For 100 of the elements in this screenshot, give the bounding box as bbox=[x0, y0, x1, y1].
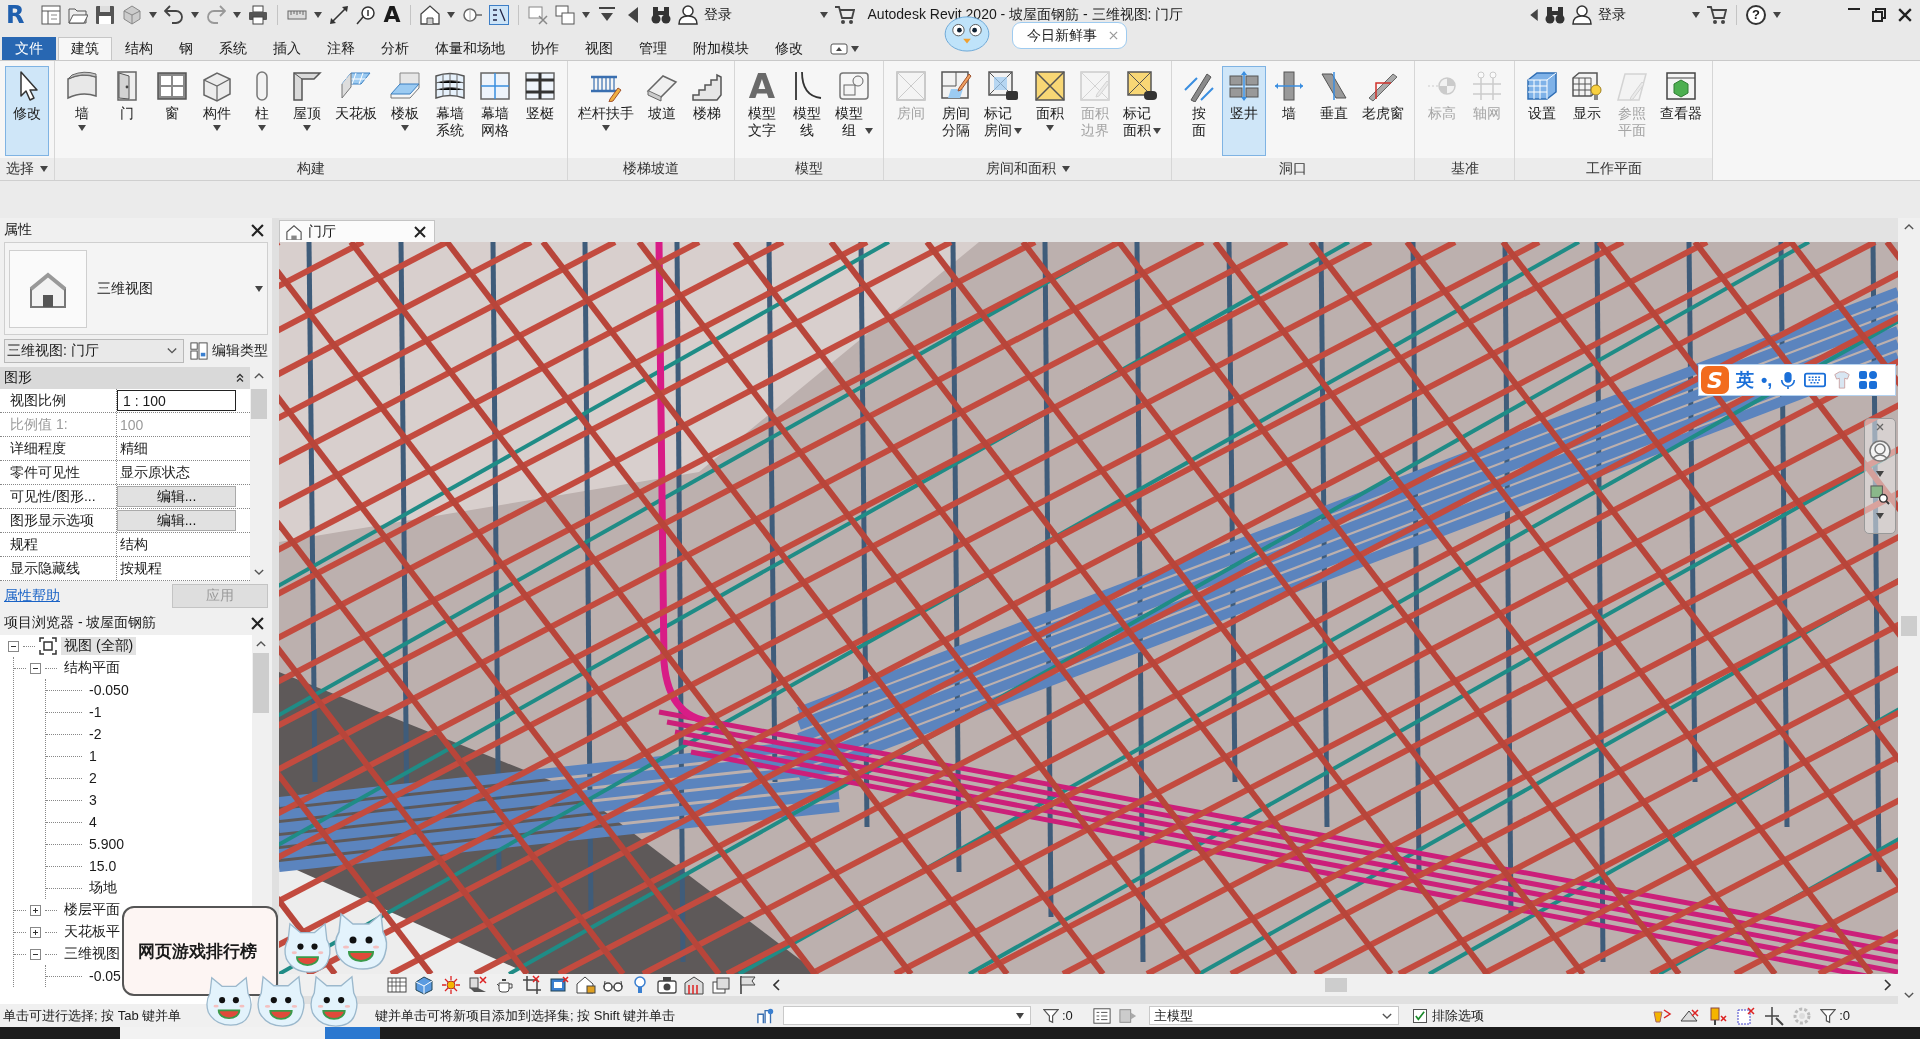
sign-in-menu[interactable]: 登录 bbox=[677, 4, 828, 25]
pin-select-icon[interactable] bbox=[1708, 1005, 1729, 1026]
house-icon[interactable] bbox=[419, 4, 440, 25]
tree-item[interactable]: -1 bbox=[86, 704, 105, 720]
tree-item[interactable]: -0.050 bbox=[86, 682, 132, 698]
dropdown-caret-icon[interactable] bbox=[1876, 471, 1884, 477]
dropdown-caret-icon[interactable] bbox=[1016, 1012, 1024, 1019]
edit-button[interactable]: 编辑... bbox=[117, 486, 236, 507]
ribbon-button[interactable]: 标记房间 bbox=[979, 66, 1027, 156]
scroll-right-icon[interactable] bbox=[1884, 979, 1892, 991]
news-title[interactable]: 今日新鲜事 bbox=[1027, 26, 1097, 45]
zoom-icon[interactable] bbox=[1870, 485, 1890, 505]
cart-icon[interactable] bbox=[834, 4, 855, 25]
close-windows-icon[interactable] bbox=[527, 4, 548, 25]
scroll-thumb[interactable] bbox=[1901, 616, 1917, 636]
dropdown-caret-icon[interactable] bbox=[1061, 166, 1070, 172]
ribbon-button[interactable]: A 模型文字 bbox=[740, 66, 784, 156]
close-icon[interactable] bbox=[414, 225, 426, 238]
ribbon-tab[interactable]: 建筑 bbox=[58, 37, 112, 60]
plus-box-icon[interactable] bbox=[30, 926, 41, 938]
filter-icon[interactable] bbox=[1820, 1007, 1837, 1024]
collapse-left-icon[interactable] bbox=[1530, 8, 1538, 21]
ribbon-button[interactable]: 坡道 bbox=[640, 66, 684, 156]
ribbon-tab[interactable]: 视图 bbox=[572, 37, 626, 60]
ribbon-button[interactable]: 面积 bbox=[1028, 66, 1072, 156]
ad-title[interactable]: 网页游戏排行榜 bbox=[138, 939, 257, 963]
minimize-icon[interactable] bbox=[1848, 7, 1860, 10]
view-selector[interactable]: 三维视图: 门厅 bbox=[4, 339, 184, 363]
ribbon-button[interactable]: 屋顶 bbox=[285, 66, 329, 156]
dropdown-caret-icon[interactable] bbox=[233, 11, 242, 18]
scroll-thumb[interactable] bbox=[251, 389, 267, 419]
ribbon-tab[interactable]: 附加模块 bbox=[680, 37, 762, 60]
scroll-left-icon[interactable] bbox=[773, 979, 781, 991]
scroll-down-icon[interactable] bbox=[254, 568, 264, 576]
tree-item[interactable]: 楼层平面 bbox=[61, 901, 123, 919]
dropdown-caret-icon[interactable] bbox=[149, 11, 158, 18]
dropdown-caret-icon[interactable] bbox=[1692, 11, 1700, 18]
dropdown-caret-icon[interactable] bbox=[40, 166, 48, 172]
thin-lines-icon[interactable] bbox=[488, 4, 509, 25]
save-icon[interactable] bbox=[95, 4, 116, 25]
layers-icon[interactable] bbox=[711, 975, 731, 995]
ribbon-button[interactable]: 模型组 bbox=[830, 66, 878, 156]
ribbon-tab[interactable]: 体量和场地 bbox=[422, 37, 518, 60]
ribbon-button[interactable]: 天花板 bbox=[330, 66, 382, 156]
vertical-scrollbar[interactable] bbox=[1898, 218, 1920, 1004]
sign-in-menu[interactable]: 登录 bbox=[1572, 4, 1700, 25]
printer-icon[interactable] bbox=[248, 4, 269, 25]
ribbon-button[interactable]: 幕墙网格 bbox=[473, 66, 517, 156]
minimize-ribbon-icon[interactable] bbox=[830, 42, 848, 55]
scroll-up-icon[interactable] bbox=[1904, 223, 1914, 231]
ribbon-tab[interactable]: 修改 bbox=[762, 37, 816, 60]
dropdown-caret-icon[interactable] bbox=[446, 11, 455, 18]
dimension-arrow-icon[interactable] bbox=[329, 4, 350, 25]
cart-icon[interactable] bbox=[1707, 4, 1727, 25]
ribbon-button[interactable]: 幕墙系统 bbox=[428, 66, 472, 156]
ribbon-button[interactable]: 房间分隔 bbox=[934, 66, 978, 156]
checkbox[interactable] bbox=[1412, 1008, 1427, 1023]
tree-item[interactable]: 2 bbox=[86, 770, 100, 786]
input-mode-toggle[interactable]: 英 bbox=[1736, 368, 1754, 392]
ribbon-tab[interactable]: 结构 bbox=[112, 37, 166, 60]
tree-item[interactable]: 视图 (全部) bbox=[61, 637, 137, 655]
ribbon-button[interactable]: 老虎窗 bbox=[1357, 66, 1409, 156]
binoculars-icon[interactable] bbox=[650, 4, 671, 25]
ribbon-button[interactable]: 楼板 bbox=[383, 66, 427, 156]
scroll-thumb[interactable] bbox=[253, 653, 269, 713]
workset-icon[interactable] bbox=[757, 1006, 775, 1025]
ribbon-button[interactable]: 竖梃 bbox=[518, 66, 562, 156]
ribbon-tab[interactable]: 系统 bbox=[206, 37, 260, 60]
ribbon-button[interactable]: 垂直 bbox=[1312, 66, 1356, 156]
building-icon[interactable] bbox=[684, 975, 704, 995]
plus-box-icon[interactable] bbox=[30, 904, 41, 916]
cube-icon[interactable] bbox=[122, 4, 143, 25]
scroll-up-icon[interactable] bbox=[256, 640, 266, 648]
ribbon-button[interactable]: 窗 bbox=[150, 66, 194, 156]
undo-icon[interactable] bbox=[164, 4, 185, 25]
cube-icon[interactable] bbox=[414, 975, 434, 995]
window-list-icon[interactable] bbox=[41, 4, 62, 25]
view-tab[interactable]: 门厅 bbox=[279, 220, 435, 242]
text-tool-icon[interactable]: A bbox=[383, 3, 401, 26]
collapse-icon[interactable] bbox=[236, 373, 244, 383]
keyboard-icon[interactable] bbox=[1804, 371, 1827, 389]
house-lock-icon[interactable] bbox=[576, 975, 596, 995]
flag-icon[interactable] bbox=[738, 975, 758, 995]
switch-windows-icon[interactable] bbox=[554, 4, 575, 25]
ad-popup[interactable]: 网页游戏排行榜 bbox=[122, 906, 278, 996]
close-icon[interactable] bbox=[251, 616, 264, 630]
ribbon-button[interactable]: 构件 bbox=[195, 66, 239, 156]
scroll-down-icon[interactable] bbox=[1904, 991, 1914, 999]
ribbon-button[interactable]: 墙 bbox=[60, 66, 104, 156]
scroll-up-icon[interactable] bbox=[254, 372, 264, 380]
file-tab[interactable]: 文件 bbox=[2, 37, 56, 60]
apps-grid-icon[interactable] bbox=[1858, 370, 1879, 390]
tree-item[interactable]: 三维视图 bbox=[61, 945, 123, 963]
ribbon-tab[interactable]: 插入 bbox=[260, 37, 314, 60]
minus-box-icon[interactable] bbox=[30, 948, 41, 960]
ribbon-button[interactable]: 栏杆扶手 bbox=[573, 66, 639, 156]
edit-type-button[interactable]: 编辑类型 bbox=[190, 342, 268, 360]
design-option-dropdown[interactable]: 主模型 bbox=[1148, 1006, 1399, 1025]
ribbon-button[interactable]: 标记面积 bbox=[1118, 66, 1166, 156]
tree-item[interactable]: 15.0 bbox=[86, 858, 120, 874]
